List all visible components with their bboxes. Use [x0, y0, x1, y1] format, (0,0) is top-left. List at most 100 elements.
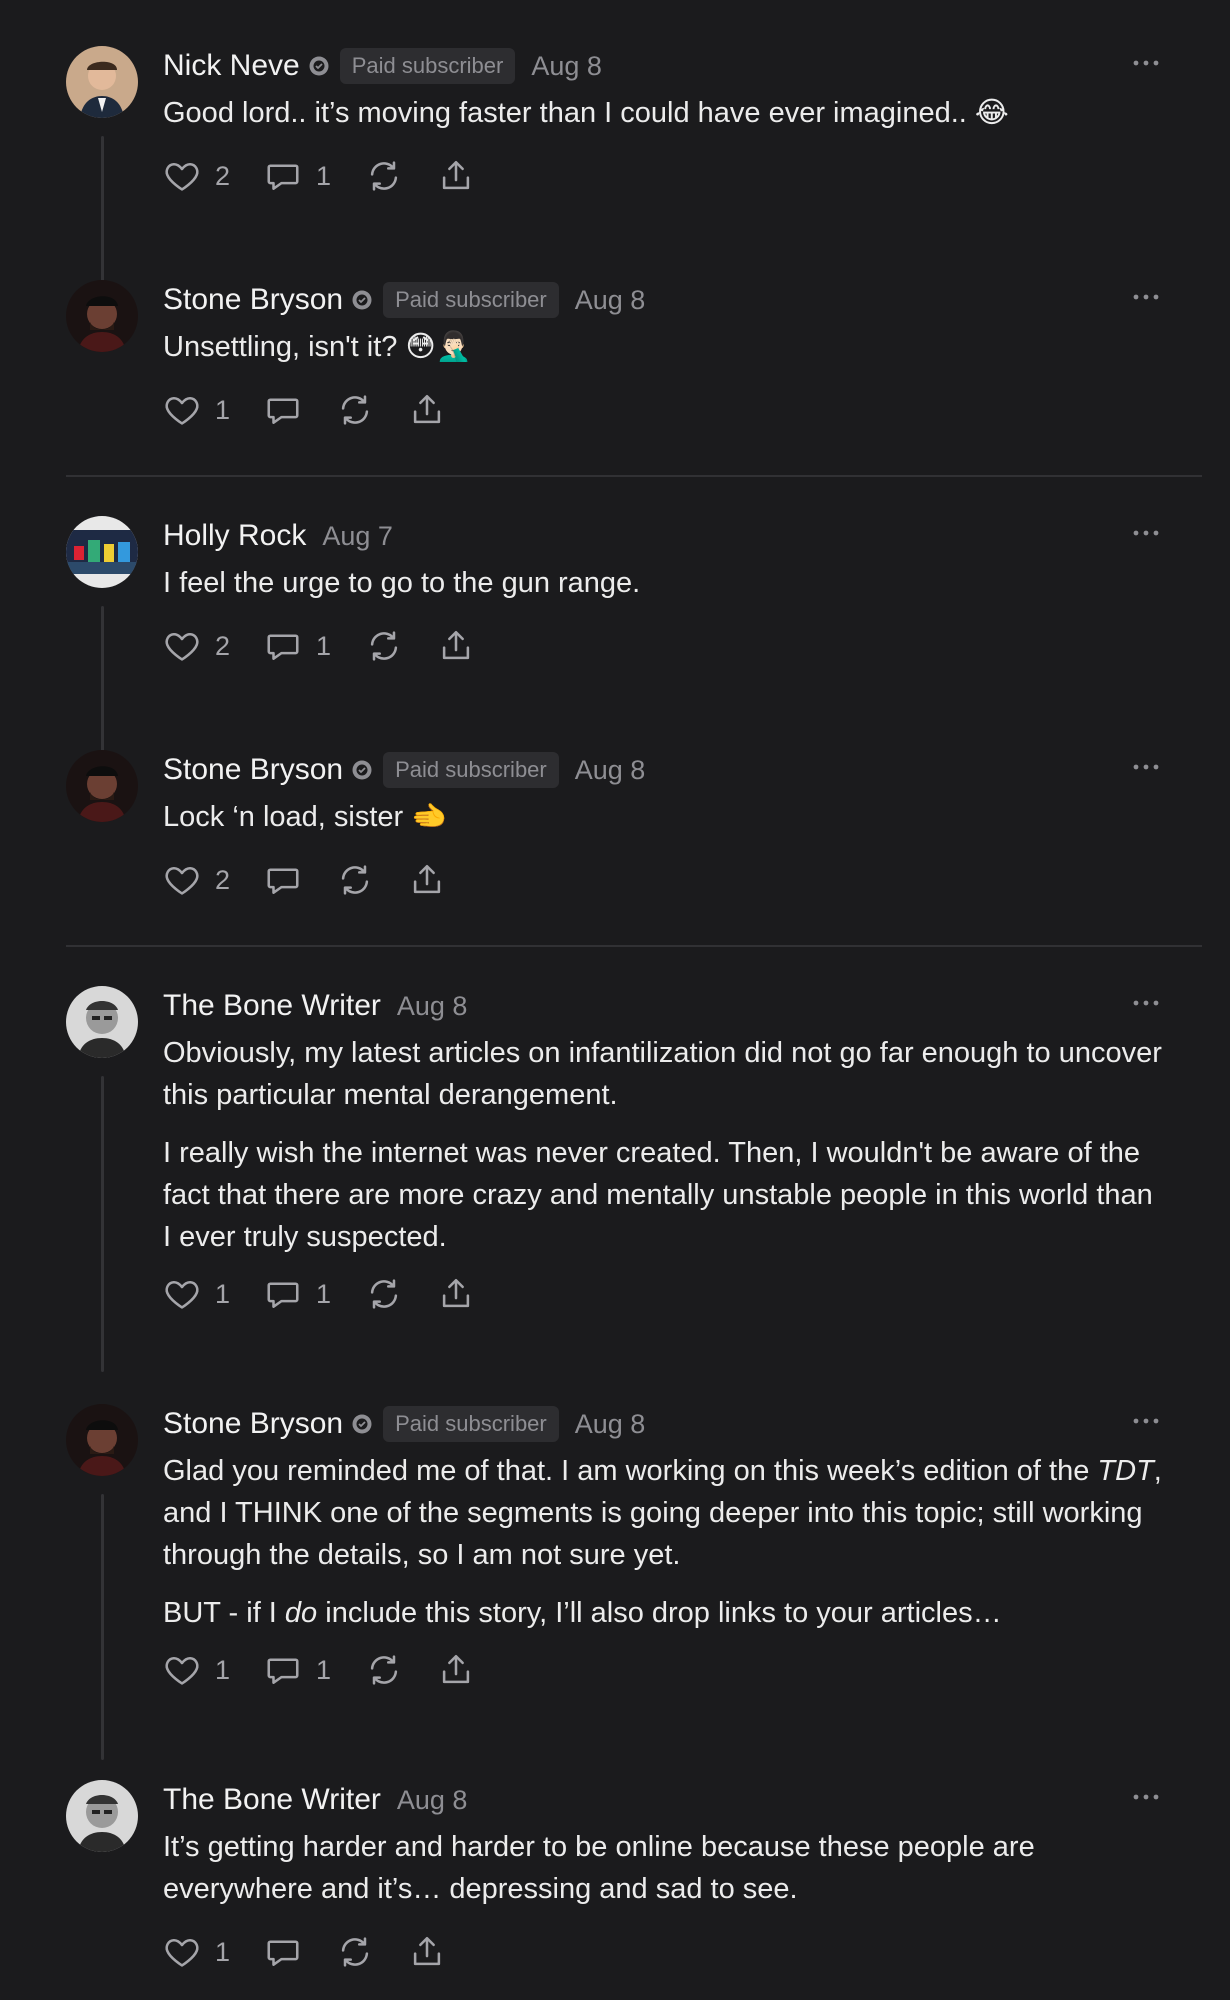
speech-bubble-icon — [264, 627, 302, 665]
comment-text: Glad you reminded me of that. I am worki… — [163, 1450, 1164, 1634]
avatar[interactable] — [66, 516, 138, 588]
subscriber-badge-icon — [308, 55, 330, 77]
comment-actions: 1 1 — [163, 1650, 1164, 1690]
restack-icon — [336, 861, 374, 899]
speech-bubble-icon — [264, 1651, 302, 1689]
thread-line — [101, 1076, 104, 1372]
like-button[interactable]: 2 — [163, 861, 230, 899]
comment-actions: 2 1 — [163, 626, 1164, 666]
restack-icon — [365, 1651, 403, 1689]
restack-icon — [336, 391, 374, 429]
avatar[interactable] — [66, 986, 138, 1058]
heart-icon — [163, 157, 201, 195]
heart-icon — [163, 1651, 201, 1689]
comment-date[interactable]: Aug 8 — [575, 755, 646, 786]
share-icon — [437, 1651, 475, 1689]
like-button[interactable]: 1 — [163, 1933, 230, 1971]
reply-button[interactable] — [264, 391, 302, 429]
paid-subscriber-badge: Paid subscriber — [383, 1406, 559, 1442]
restack-icon — [365, 157, 403, 195]
reply-count: 1 — [316, 160, 332, 191]
like-count: 2 — [215, 630, 231, 661]
ellipsis-icon[interactable] — [1128, 1410, 1164, 1432]
text-run: BUT - if I — [163, 1597, 285, 1629]
comment-text: Good lord.. it’s moving faster than I co… — [163, 97, 1009, 129]
like-button[interactable]: 1 — [163, 1275, 230, 1313]
ellipsis-icon[interactable] — [1128, 52, 1164, 74]
share-icon — [408, 861, 446, 899]
paid-subscriber-badge: Paid subscriber — [383, 282, 559, 318]
author-name[interactable]: Nick Neve — [163, 49, 300, 83]
like-button[interactable]: 2 — [163, 627, 230, 665]
reply-button[interactable]: 1 — [264, 1275, 331, 1313]
like-button[interactable]: 1 — [163, 391, 230, 429]
reply-button[interactable]: 1 — [264, 157, 331, 195]
comment-date[interactable]: Aug 8 — [397, 991, 468, 1022]
share-icon — [437, 1275, 475, 1313]
comment-paragraph: I really wish the internet was never cre… — [163, 1137, 1153, 1253]
restack-button[interactable] — [336, 861, 374, 899]
restack-button[interactable] — [365, 1651, 403, 1689]
restack-button[interactable] — [365, 627, 403, 665]
restack-button[interactable] — [365, 1275, 403, 1313]
restack-button[interactable] — [365, 157, 403, 195]
avatar[interactable] — [66, 750, 138, 822]
comment-text: Unsettling, isn't it? 😳🤦🏻‍♂️ — [163, 331, 472, 363]
speech-bubble-icon — [264, 157, 302, 195]
heart-icon — [163, 1933, 201, 1971]
italic-text: do — [284, 1597, 318, 1629]
reply-button[interactable] — [264, 861, 302, 899]
reply-button[interactable]: 1 — [264, 627, 331, 665]
comment-text: I feel the urge to go to the gun range. — [163, 567, 641, 599]
text-run: include this story, I’ll also drop links… — [317, 1597, 1002, 1629]
reply-button[interactable] — [264, 1933, 302, 1971]
like-count: 1 — [215, 1278, 231, 1309]
author-name[interactable]: Holly Rock — [163, 519, 306, 553]
author-name[interactable]: Stone Bryson — [163, 1407, 343, 1441]
like-count: 1 — [215, 1654, 231, 1685]
share-button[interactable] — [408, 1933, 446, 1971]
share-button[interactable] — [437, 1275, 475, 1313]
share-button[interactable] — [408, 391, 446, 429]
share-button[interactable] — [408, 861, 446, 899]
ellipsis-icon[interactable] — [1128, 756, 1164, 778]
author-name[interactable]: Stone Bryson — [163, 753, 343, 787]
comment-date[interactable]: Aug 8 — [575, 1409, 646, 1440]
avatar[interactable] — [66, 1780, 138, 1852]
comment-date[interactable]: Aug 8 — [397, 1785, 468, 1816]
avatar[interactable] — [66, 46, 138, 118]
avatar[interactable] — [66, 280, 138, 352]
like-count: 2 — [215, 864, 231, 895]
share-button[interactable] — [437, 1651, 475, 1689]
comment-actions: 2 — [163, 860, 1164, 900]
speech-bubble-icon — [264, 861, 302, 899]
like-button[interactable]: 2 — [163, 157, 230, 195]
avatar[interactable] — [66, 1404, 138, 1476]
heart-icon — [163, 391, 201, 429]
share-icon — [408, 391, 446, 429]
like-count: 1 — [215, 1936, 231, 1967]
ellipsis-icon[interactable] — [1128, 1786, 1164, 1808]
author-name[interactable]: The Bone Writer — [163, 989, 381, 1023]
like-button[interactable]: 1 — [163, 1651, 230, 1689]
author-name[interactable]: Stone Bryson — [163, 283, 343, 317]
share-button[interactable] — [437, 157, 475, 195]
restack-button[interactable] — [336, 1933, 374, 1971]
share-icon — [437, 157, 475, 195]
share-button[interactable] — [437, 627, 475, 665]
ellipsis-icon[interactable] — [1128, 286, 1164, 308]
ellipsis-icon[interactable] — [1128, 522, 1164, 544]
comment-paragraph: Obviously, my latest articles on infanti… — [163, 1037, 1162, 1111]
comment-date[interactable]: Aug 7 — [322, 521, 393, 552]
share-icon — [408, 1933, 446, 1971]
thread-line — [101, 1494, 104, 1760]
ellipsis-icon[interactable] — [1128, 992, 1164, 1014]
comment-date[interactable]: Aug 8 — [575, 285, 646, 316]
restack-button[interactable] — [336, 391, 374, 429]
comment-paragraph: Glad you reminded me of that. I am worki… — [163, 1450, 1164, 1576]
comment-actions: 1 — [163, 1932, 1164, 1972]
reply-button[interactable]: 1 — [264, 1651, 331, 1689]
comment-date[interactable]: Aug 8 — [531, 51, 602, 82]
comment-text: It’s getting harder and harder to be onl… — [163, 1831, 1035, 1905]
author-name[interactable]: The Bone Writer — [163, 1783, 381, 1817]
